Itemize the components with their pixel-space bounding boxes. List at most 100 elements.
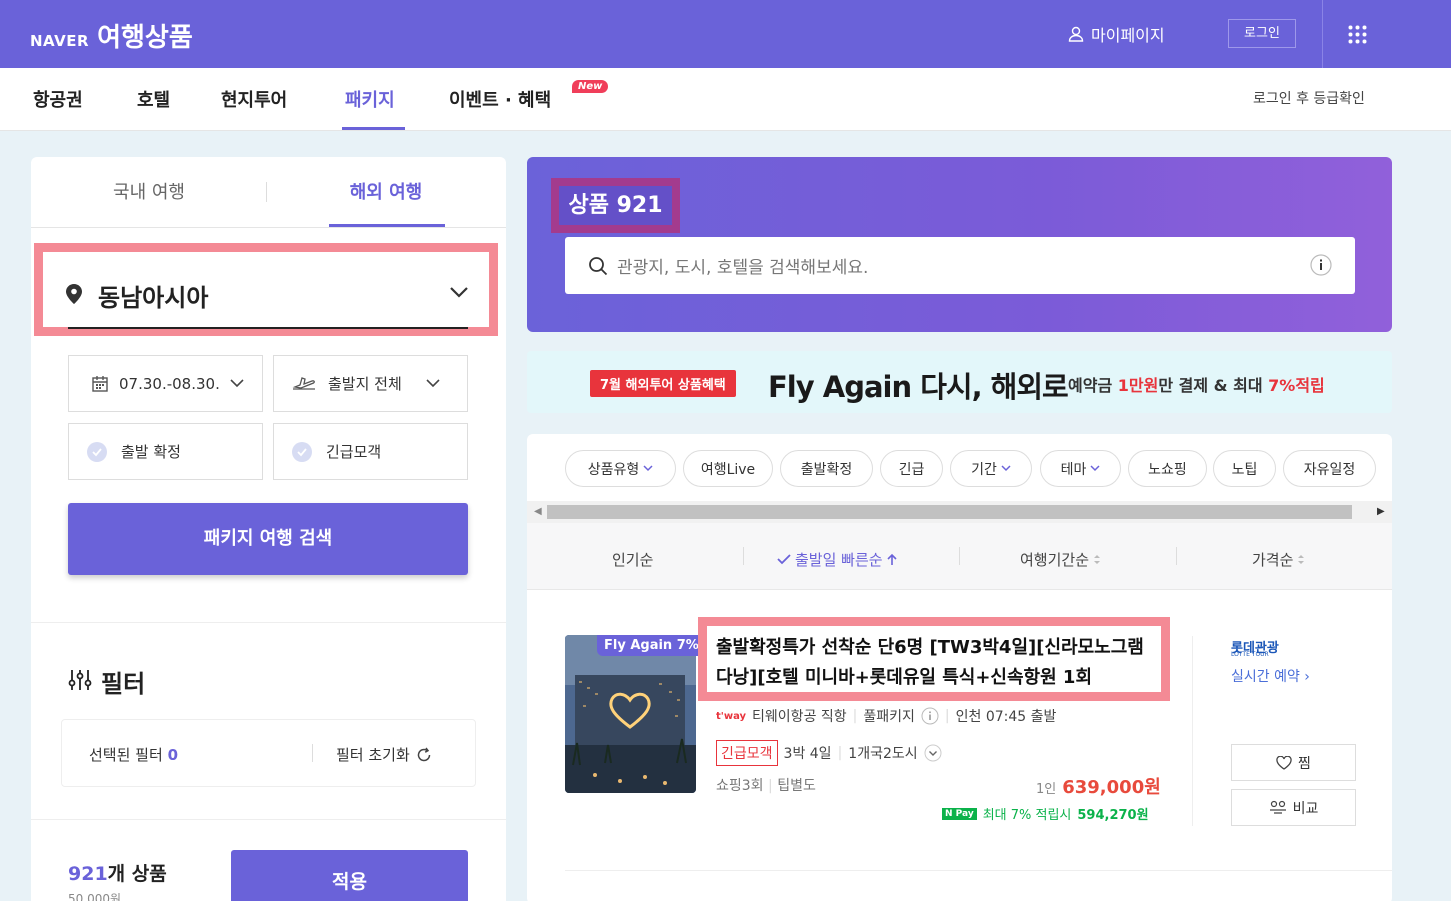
- date-range-value: 07.30.-08.30.: [119, 374, 220, 393]
- confirmed-label: 출발 확정: [121, 443, 181, 461]
- promo-subtext: 예약금 1만원만 결제 & 최대 7%적립: [1068, 372, 1325, 396]
- chip-label: 테마: [1060, 461, 1087, 478]
- trip-duration: 3박 4일: [783, 746, 832, 762]
- tab-border: [31, 227, 506, 228]
- npay-price: 594,270원: [1077, 808, 1149, 823]
- chip-no-shopping[interactable]: 노쇼핑: [1128, 450, 1207, 487]
- region-value: 동남아시아: [98, 284, 209, 312]
- package-search-button[interactable]: 패키지 여행 검색: [68, 503, 468, 575]
- urgent-recruit-checkbox[interactable]: 긴급모객: [273, 423, 468, 480]
- chip-product-type[interactable]: 상품유형: [565, 450, 676, 487]
- chip-travel-live[interactable]: 여행Live: [683, 450, 773, 487]
- scroll-left-icon[interactable]: ◀: [534, 506, 542, 517]
- trip-cities: 1개국2도시: [848, 746, 918, 762]
- tab-divider: [266, 182, 267, 202]
- sort-duration[interactable]: 여행기간순: [1020, 549, 1101, 570]
- chevron-down-icon: [426, 379, 440, 388]
- separator: |: [852, 708, 858, 724]
- divider: [1176, 547, 1177, 565]
- confirmed-departure-checkbox[interactable]: 출발 확정: [68, 423, 263, 480]
- image-promo-badge: Fly Again 7%: [597, 635, 706, 656]
- login-button[interactable]: 로그인: [1228, 19, 1296, 48]
- mypage-link[interactable]: 마이페이지: [1067, 22, 1165, 46]
- sort-label: 가격순: [1252, 551, 1294, 569]
- nav-item-hotels[interactable]: 호텔: [137, 86, 170, 112]
- wish-button[interactable]: 찜: [1231, 744, 1356, 781]
- product-tags: 긴급모객 3박 4일 | 1개국2도시: [716, 740, 942, 766]
- chip-label: 노쇼핑: [1148, 461, 1187, 478]
- nav-item-local-tours[interactable]: 현지투어: [221, 86, 287, 112]
- promo-sub-a: 예약금: [1068, 376, 1118, 395]
- location-pin-icon: [66, 284, 82, 304]
- chip-no-tip[interactable]: 노팁: [1213, 450, 1276, 487]
- nav-item-packages[interactable]: 패키지: [345, 86, 395, 112]
- wish-label: 찜: [1298, 755, 1311, 772]
- app-grid-icon[interactable]: [1348, 25, 1367, 44]
- promo-sub-b: 1만원: [1117, 376, 1159, 395]
- urgent-label: 긴급모객: [326, 443, 382, 461]
- check-icon: [777, 554, 791, 565]
- compare-icon: [1269, 800, 1286, 814]
- price-value: 639,000원: [1062, 777, 1161, 798]
- urgent-tag: 긴급모객: [716, 740, 778, 766]
- chip-urgent[interactable]: 긴급: [880, 450, 943, 487]
- scrollbar-thumb[interactable]: [547, 505, 1352, 519]
- chip-label: 상품유형: [587, 461, 640, 478]
- filter-reset-button[interactable]: 필터 초기화: [336, 744, 432, 765]
- product-title[interactable]: 출발확정특가 선착순 단6명 [TW3박4일][신라모노그램 다낭][호텔 미니…: [716, 633, 1156, 693]
- product-count-number: 921: [68, 863, 108, 885]
- tab-domestic[interactable]: 국내 여행: [31, 178, 267, 204]
- filter-title: 필터: [101, 670, 146, 698]
- brand-title: 여행상품: [97, 23, 193, 53]
- info-icon[interactable]: [921, 707, 939, 725]
- chevron-down-circle-icon[interactable]: [924, 744, 942, 762]
- sort-popular[interactable]: 인기순: [612, 549, 653, 570]
- selected-filter-count: 0: [167, 746, 178, 764]
- chip-confirmed[interactable]: 출발확정: [780, 450, 873, 487]
- arrow-up-icon: [887, 553, 897, 565]
- info-icon[interactable]: [1310, 254, 1332, 276]
- grade-check-link[interactable]: 로그인 후 등급확인: [1253, 88, 1365, 108]
- filter-sliders-icon: [68, 668, 92, 692]
- scroll-right-icon[interactable]: ▶: [1377, 506, 1385, 517]
- compare-button[interactable]: 비교: [1231, 789, 1356, 826]
- airline-logo: t'way: [716, 710, 747, 722]
- calendar-icon: [92, 375, 108, 392]
- nav-item-events[interactable]: 이벤트 · 혜택: [449, 86, 551, 112]
- search-icon: [588, 256, 608, 276]
- promo-sub-c: 만 결제 & 최대: [1158, 376, 1269, 395]
- product-count-title: 상품 921: [551, 178, 680, 233]
- tip-info: 팁별도: [777, 778, 816, 794]
- departure-value: 출발지 전체: [328, 375, 402, 393]
- promo-badge: 7월 해외투어 상품혜택: [590, 370, 736, 397]
- sort-label: 인기순: [612, 551, 654, 569]
- divider: [743, 547, 744, 565]
- departure-select[interactable]: 출발지 전체: [273, 355, 468, 412]
- departure-time: 인천 07:45 출발: [955, 709, 1057, 725]
- separator: |: [944, 708, 950, 724]
- product-image[interactable]: [565, 635, 696, 793]
- chip-free-schedule[interactable]: 자유일정: [1283, 450, 1376, 487]
- sort-departure-soonest[interactable]: 출발일 빠른순: [777, 549, 897, 570]
- chip-theme[interactable]: 테마: [1040, 450, 1121, 487]
- sort-label: 여행기간순: [1020, 551, 1090, 569]
- product-price: 1인 639,000원: [1036, 773, 1161, 799]
- chevron-down-icon: [449, 285, 469, 299]
- divider: [312, 744, 313, 762]
- chip-duration[interactable]: 기간: [950, 450, 1032, 487]
- header-divider: [1322, 0, 1323, 68]
- chevron-down-icon: [1090, 465, 1100, 472]
- chip-label: 여행Live: [700, 461, 756, 478]
- date-range-select[interactable]: 07.30.-08.30.: [68, 355, 263, 412]
- promo-headline: Fly Again 다시, 해외로: [768, 370, 1069, 404]
- separator: |: [837, 745, 843, 761]
- apply-button[interactable]: 적용: [231, 850, 468, 901]
- divider: [1192, 636, 1193, 826]
- realtime-booking-link[interactable]: 실시간 예약 ›: [1231, 666, 1310, 686]
- check-circle-icon: [292, 441, 312, 462]
- brand-logo[interactable]: NAVER 여행상품: [30, 17, 193, 54]
- selected-filter-text: 선택된 필터: [89, 746, 163, 764]
- sort-price[interactable]: 가격순: [1252, 549, 1305, 570]
- tab-overseas[interactable]: 해외 여행: [268, 178, 504, 204]
- nav-item-flights[interactable]: 항공권: [33, 86, 83, 112]
